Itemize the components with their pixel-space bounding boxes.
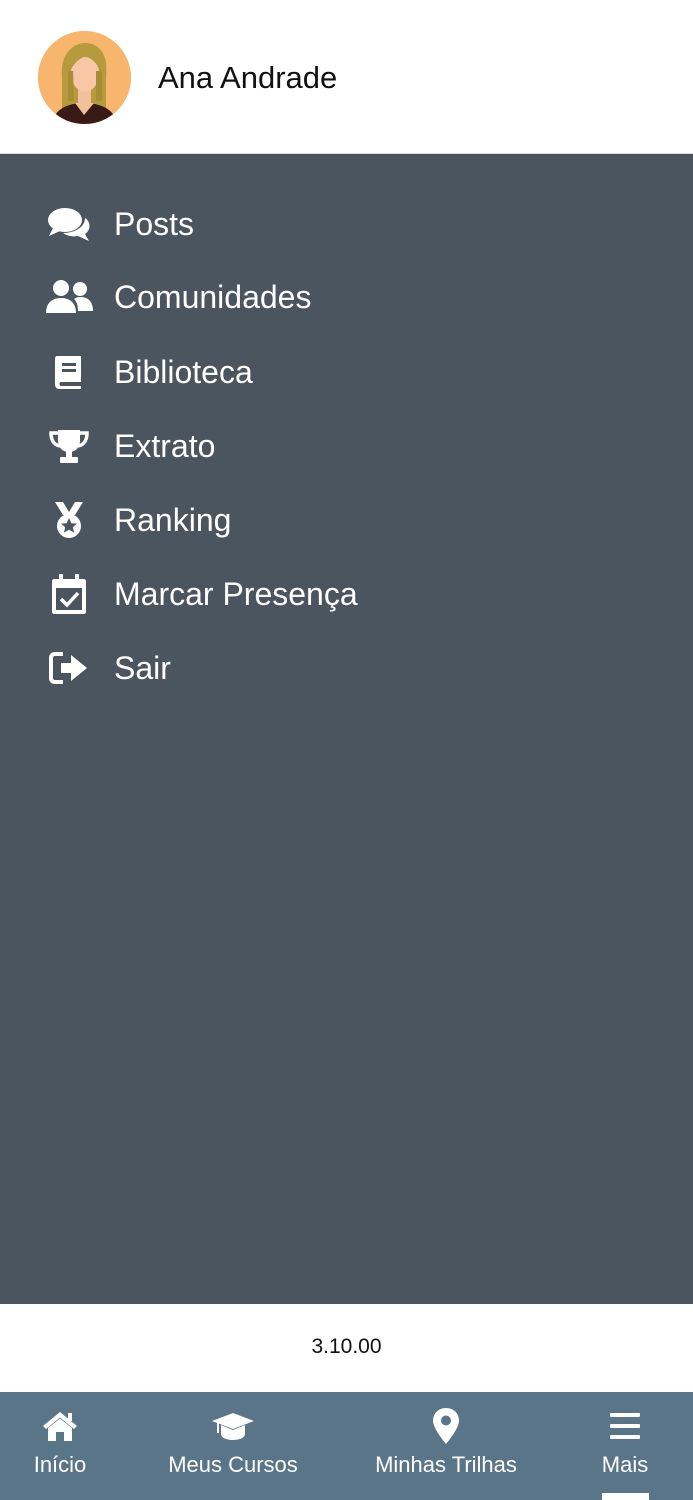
nav-item-meus-cursos[interactable]: Meus Cursos [158,1392,308,1500]
nav-label: Minhas Trilhas [375,1452,517,1477]
menu-item-label: Ranking [114,502,232,538]
app-version: 3.10.00 [311,1335,382,1358]
menu-icon [585,1406,665,1446]
menu-item-extrato[interactable]: Extrato [0,416,693,476]
menu-item-biblioteca[interactable]: Biblioteca [0,342,693,402]
profile-header: Ana Andrade [0,0,693,154]
comments-icon [44,204,94,244]
menu-item-sair[interactable]: Sair [0,638,693,698]
home-icon [10,1406,110,1446]
user-name: Ana Andrade [158,60,338,95]
menu-item-ranking[interactable]: Ranking [0,490,693,550]
menu-item-label: Comunidades [114,279,312,315]
nav-label: Mais [601,1452,649,1477]
side-menu: Posts Comunidades Biblioteca Extrato Ran… [0,154,693,1304]
nav-label: Meus Cursos [168,1452,298,1477]
nav-item-mais[interactable]: Mais [585,1392,665,1500]
menu-item-posts[interactable]: Posts [0,194,693,254]
menu-item-marcar-presenca[interactable]: Marcar Presença [0,564,693,624]
map-marker-icon [366,1406,526,1446]
medal-icon [44,500,94,540]
menu-item-label: Marcar Presença [114,576,358,612]
nav-item-inicio[interactable]: Início [10,1392,110,1500]
book-icon [44,352,94,392]
menu-item-label: Biblioteca [114,354,253,390]
users-icon [44,277,94,317]
calendar-check-icon [44,574,94,614]
menu-item-comunidades[interactable]: Comunidades [0,267,693,327]
bottom-nav: Início Meus Cursos Minhas Trilhas Mais [0,1392,693,1500]
nav-label: Início [33,1452,87,1477]
nav-item-minhas-trilhas[interactable]: Minhas Trilhas [366,1392,526,1500]
menu-item-label: Posts [114,206,195,242]
avatar-illustration [38,31,131,124]
trophy-icon [44,426,94,466]
graduation-cap-icon [158,1406,308,1446]
menu-item-label: Extrato [114,428,216,464]
avatar[interactable] [38,31,131,124]
active-tab-indicator [602,1493,649,1500]
sign-out-icon [44,648,94,688]
menu-item-label: Sair [114,650,171,686]
